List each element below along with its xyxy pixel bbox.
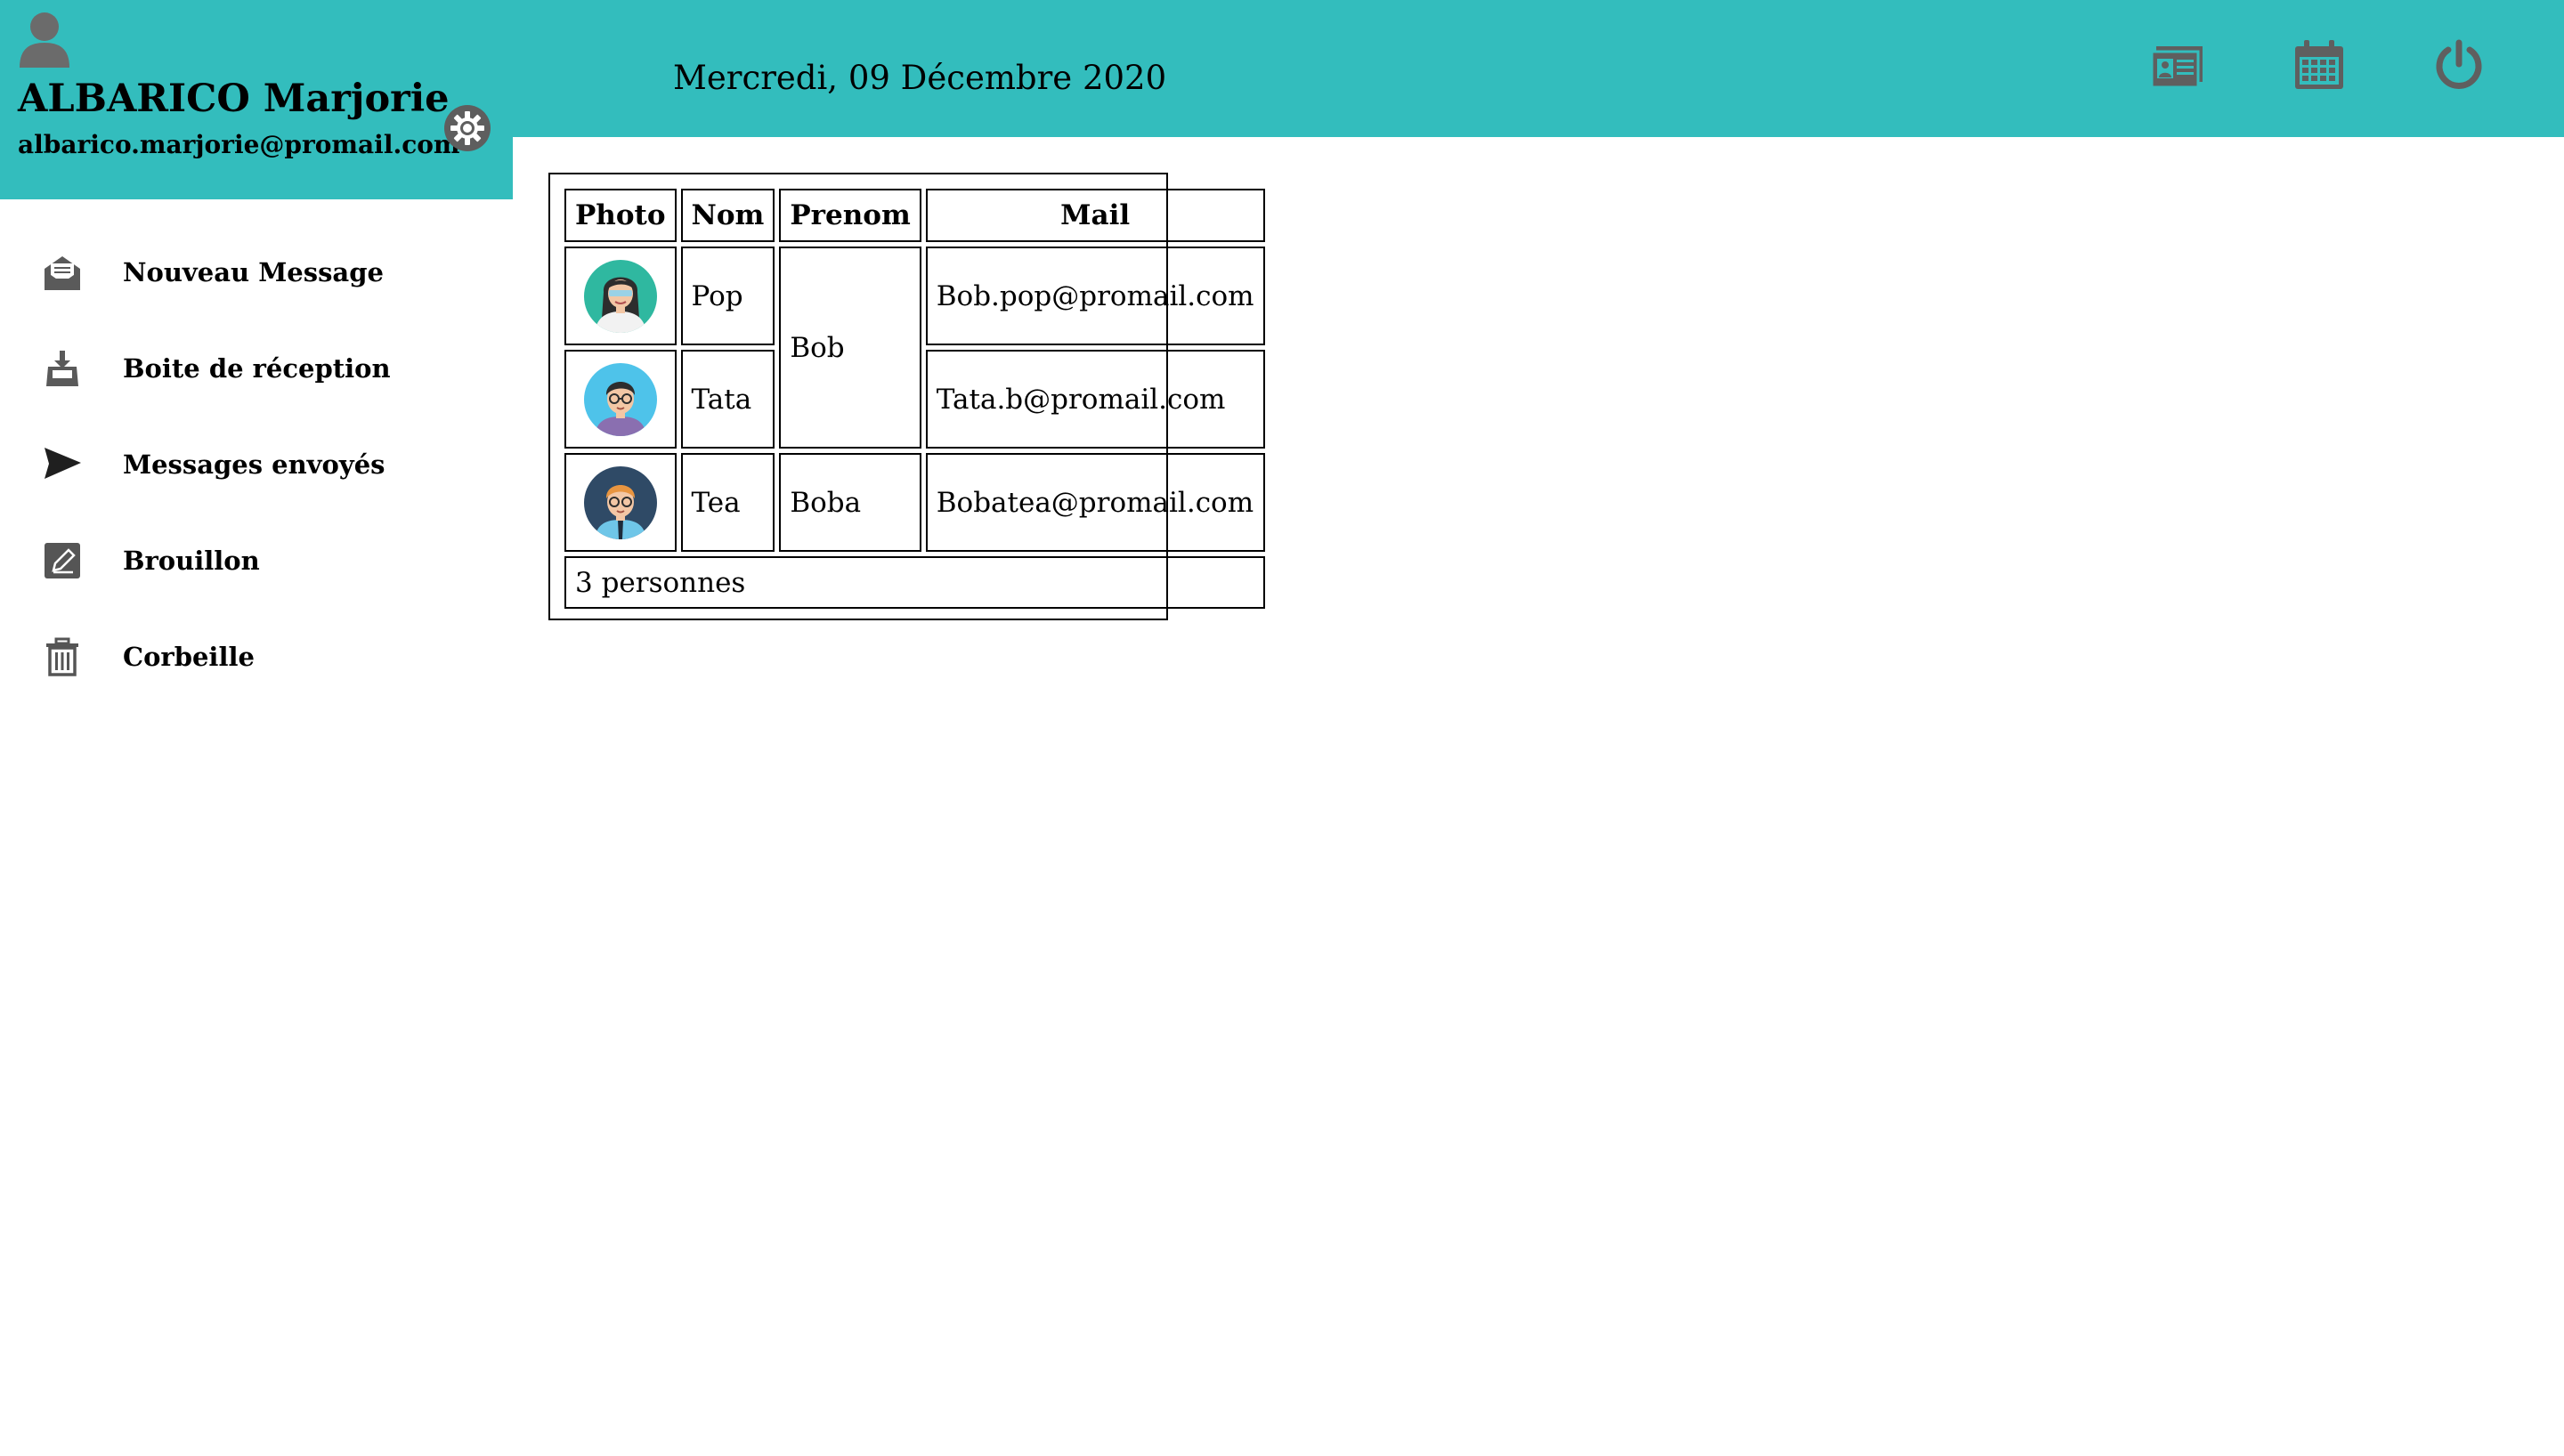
profile-panel: ALBARICO Marjorie albarico.marjorie@prom… <box>0 0 513 199</box>
sidebar-item-nouveau-message[interactable]: Nouveau Message <box>0 237 513 317</box>
cell-mail: Bobatea@promail.com <box>925 453 1265 552</box>
cell-mail: Bob.pop@promail.com <box>925 247 1265 345</box>
table-row: Tea Boba Bobatea@promail.com <box>564 453 1265 552</box>
cell-nom: Pop <box>680 247 775 345</box>
table-footer: 3 personnes <box>564 556 1265 609</box>
man-tie-avatar <box>583 465 657 539</box>
sidebar-item-corbeille[interactable]: Corbeille <box>0 621 513 701</box>
cell-mail: Tata.b@promail.com <box>925 350 1265 449</box>
table-footer-row: 3 personnes <box>564 556 1265 609</box>
table-row: Pop Bob Bob.pop@promail.com <box>564 247 1265 449</box>
gear-icon[interactable] <box>443 104 491 152</box>
sidebar-item-messages-envoyes[interactable]: Messages envoyés <box>0 429 513 509</box>
photo-cell <box>564 350 677 449</box>
user-icon <box>20 12 69 68</box>
open-envelope-icon <box>45 256 80 290</box>
photo-cell <box>564 453 677 552</box>
power-icon[interactable] <box>2430 37 2487 94</box>
sidebar-item-label: Nouveau Message <box>123 257 384 287</box>
user-name: ALBARICO Marjorie <box>18 77 450 121</box>
cell-nom: Tata <box>680 350 775 449</box>
column-header-photo: Photo <box>564 189 677 242</box>
calendar-icon[interactable] <box>2291 37 2348 94</box>
paper-plane-icon <box>45 448 81 479</box>
user-email: albarico.marjorie@promail.com <box>18 130 460 159</box>
sidebar-item-brouillon[interactable]: Brouillon <box>0 525 513 605</box>
pencil-square-icon <box>45 543 80 578</box>
contacts-table: Photo Nom Prenom Mail Pop Bob Bob.pop@pr… <box>560 184 1270 613</box>
column-header-prenom: Prenom <box>779 189 921 242</box>
sidebar-item-label: Messages envoyés <box>123 449 385 480</box>
cell-nom: Tea <box>680 453 775 552</box>
current-date: Mercredi, 09 Décembre 2020 <box>673 59 1167 97</box>
column-header-mail: Mail <box>925 189 1265 242</box>
sidebar-item-boite-de-reception[interactable]: Boite de réception <box>0 333 513 413</box>
sidebar-item-label: Corbeille <box>123 642 255 672</box>
column-header-nom: Nom <box>680 189 775 242</box>
woman-avatar <box>583 259 657 333</box>
table-header-row: Photo Nom Prenom Mail <box>564 189 1265 242</box>
man-glasses-avatar <box>583 362 657 436</box>
contacts-table-container: Photo Nom Prenom Mail Pop Bob Bob.pop@pr… <box>548 173 1265 620</box>
inbox-tray-icon <box>46 351 78 386</box>
cell-prenom: Bob <box>779 247 921 449</box>
photo-cell <box>564 247 677 345</box>
cell-prenom: Boba <box>779 453 921 552</box>
contact-card-icon[interactable] <box>2149 37 2206 94</box>
trash-icon <box>46 637 78 676</box>
sidebar-item-label: Boite de réception <box>123 353 391 384</box>
sidebar-item-label: Brouillon <box>123 546 260 576</box>
